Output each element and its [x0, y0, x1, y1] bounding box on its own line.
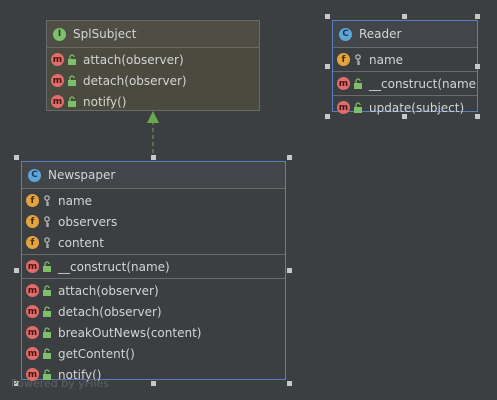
method-row[interactable]: m attach(observer): [22, 280, 285, 301]
splsubject-node[interactable]: I SplSubject m attach(observer) m detach…: [46, 20, 260, 111]
public-lock-icon: [354, 77, 362, 89]
newspaper-methods: m attach(observer) m detach(observer) m …: [22, 279, 285, 386]
reader-header: C Reader: [333, 21, 477, 48]
private-key-icon: [355, 53, 361, 65]
constructor-row[interactable]: m __construct(name): [22, 256, 285, 277]
resize-handle[interactable]: [151, 155, 156, 160]
method-label: getContent(): [58, 346, 135, 361]
reader-node[interactable]: C Reader f name m __construct(name) m up…: [332, 20, 478, 115]
public-lock-icon: [43, 326, 51, 338]
class-icon: C: [28, 168, 41, 182]
method-label: breakOutNews(content): [58, 325, 202, 340]
private-key-icon: [44, 236, 50, 248]
public-lock-icon: [43, 347, 51, 359]
newspaper-constructors: m __construct(name): [22, 255, 285, 279]
method-icon: m: [26, 260, 39, 273]
method-icon: m: [26, 326, 39, 339]
method-icon: m: [337, 101, 350, 114]
public-lock-icon: [43, 260, 51, 272]
resize-handle[interactable]: [325, 64, 330, 69]
method-row[interactable]: m breakOutNews(content): [22, 322, 285, 343]
method-icon: m: [26, 305, 39, 318]
resize-handle[interactable]: [402, 114, 407, 119]
field-icon: f: [26, 236, 39, 249]
splsubject-methods: m attach(observer) m detach(observer) m …: [47, 48, 259, 113]
splsubject-title: SplSubject: [73, 27, 137, 41]
method-row[interactable]: m attach(observer): [47, 49, 259, 70]
resize-handle[interactable]: [151, 381, 156, 386]
public-lock-icon: [43, 284, 51, 296]
resize-handle[interactable]: [402, 14, 407, 19]
field-label: observers: [58, 214, 118, 229]
method-icon: m: [337, 77, 350, 90]
resize-handle[interactable]: [287, 381, 292, 386]
resize-handle[interactable]: [475, 14, 480, 19]
public-lock-icon: [68, 95, 76, 107]
method-label: attach(observer): [58, 283, 159, 298]
class-icon: C: [339, 27, 352, 41]
abstract-method-icon: m: [51, 74, 64, 87]
constructor-row[interactable]: m __construct(name): [333, 73, 477, 94]
method-row[interactable]: m getContent(): [22, 343, 285, 364]
field-label: content: [58, 235, 104, 250]
abstract-method-icon: m: [51, 95, 64, 108]
public-lock-icon: [68, 74, 76, 86]
interface-icon: I: [53, 27, 66, 41]
field-row[interactable]: f content: [22, 232, 285, 253]
newspaper-fields: f name f observers f content: [22, 189, 285, 255]
field-label: name: [58, 193, 93, 208]
method-row[interactable]: m notify(): [47, 91, 259, 112]
public-lock-icon: [43, 305, 51, 317]
resize-handle[interactable]: [287, 155, 292, 160]
method-label: detach(observer): [83, 73, 187, 88]
resize-handle[interactable]: [325, 114, 330, 119]
yfiles-watermark: Powered by yFiles: [11, 377, 109, 390]
constructor-label: __construct(name): [58, 259, 170, 274]
resize-handle[interactable]: [14, 155, 19, 160]
method-row[interactable]: m detach(observer): [22, 301, 285, 322]
field-row[interactable]: f name: [333, 49, 477, 70]
field-row[interactable]: f observers: [22, 211, 285, 232]
resize-handle[interactable]: [475, 64, 480, 69]
method-label: update(subject): [369, 100, 465, 115]
field-icon: f: [26, 194, 39, 207]
resize-handle[interactable]: [287, 268, 292, 273]
constructor-label: __construct(name): [369, 76, 477, 91]
resize-handle[interactable]: [14, 268, 19, 273]
reader-constructors: m __construct(name): [333, 72, 477, 96]
method-icon: m: [26, 284, 39, 297]
field-icon: f: [26, 215, 39, 228]
method-icon: m: [26, 347, 39, 360]
abstract-method-icon: m: [51, 53, 64, 66]
field-row[interactable]: f name: [22, 190, 285, 211]
method-row[interactable]: m detach(observer): [47, 70, 259, 91]
resize-handle[interactable]: [325, 14, 330, 19]
reader-fields: f name: [333, 48, 477, 72]
private-key-icon: [44, 194, 50, 206]
reader-title: Reader: [359, 27, 402, 41]
newspaper-header: C Newspaper: [22, 162, 285, 189]
method-label: detach(observer): [58, 304, 162, 319]
public-lock-icon: [354, 101, 362, 113]
resize-handle[interactable]: [475, 114, 480, 119]
field-label: name: [369, 52, 404, 67]
newspaper-node[interactable]: C Newspaper f name f observers f content…: [21, 161, 286, 382]
field-icon: f: [337, 53, 350, 66]
method-label: notify(): [83, 94, 127, 109]
method-label: attach(observer): [83, 52, 184, 67]
public-lock-icon: [68, 53, 76, 65]
newspaper-title: Newspaper: [48, 168, 116, 182]
splsubject-header: I SplSubject: [47, 21, 259, 48]
private-key-icon: [44, 215, 50, 227]
